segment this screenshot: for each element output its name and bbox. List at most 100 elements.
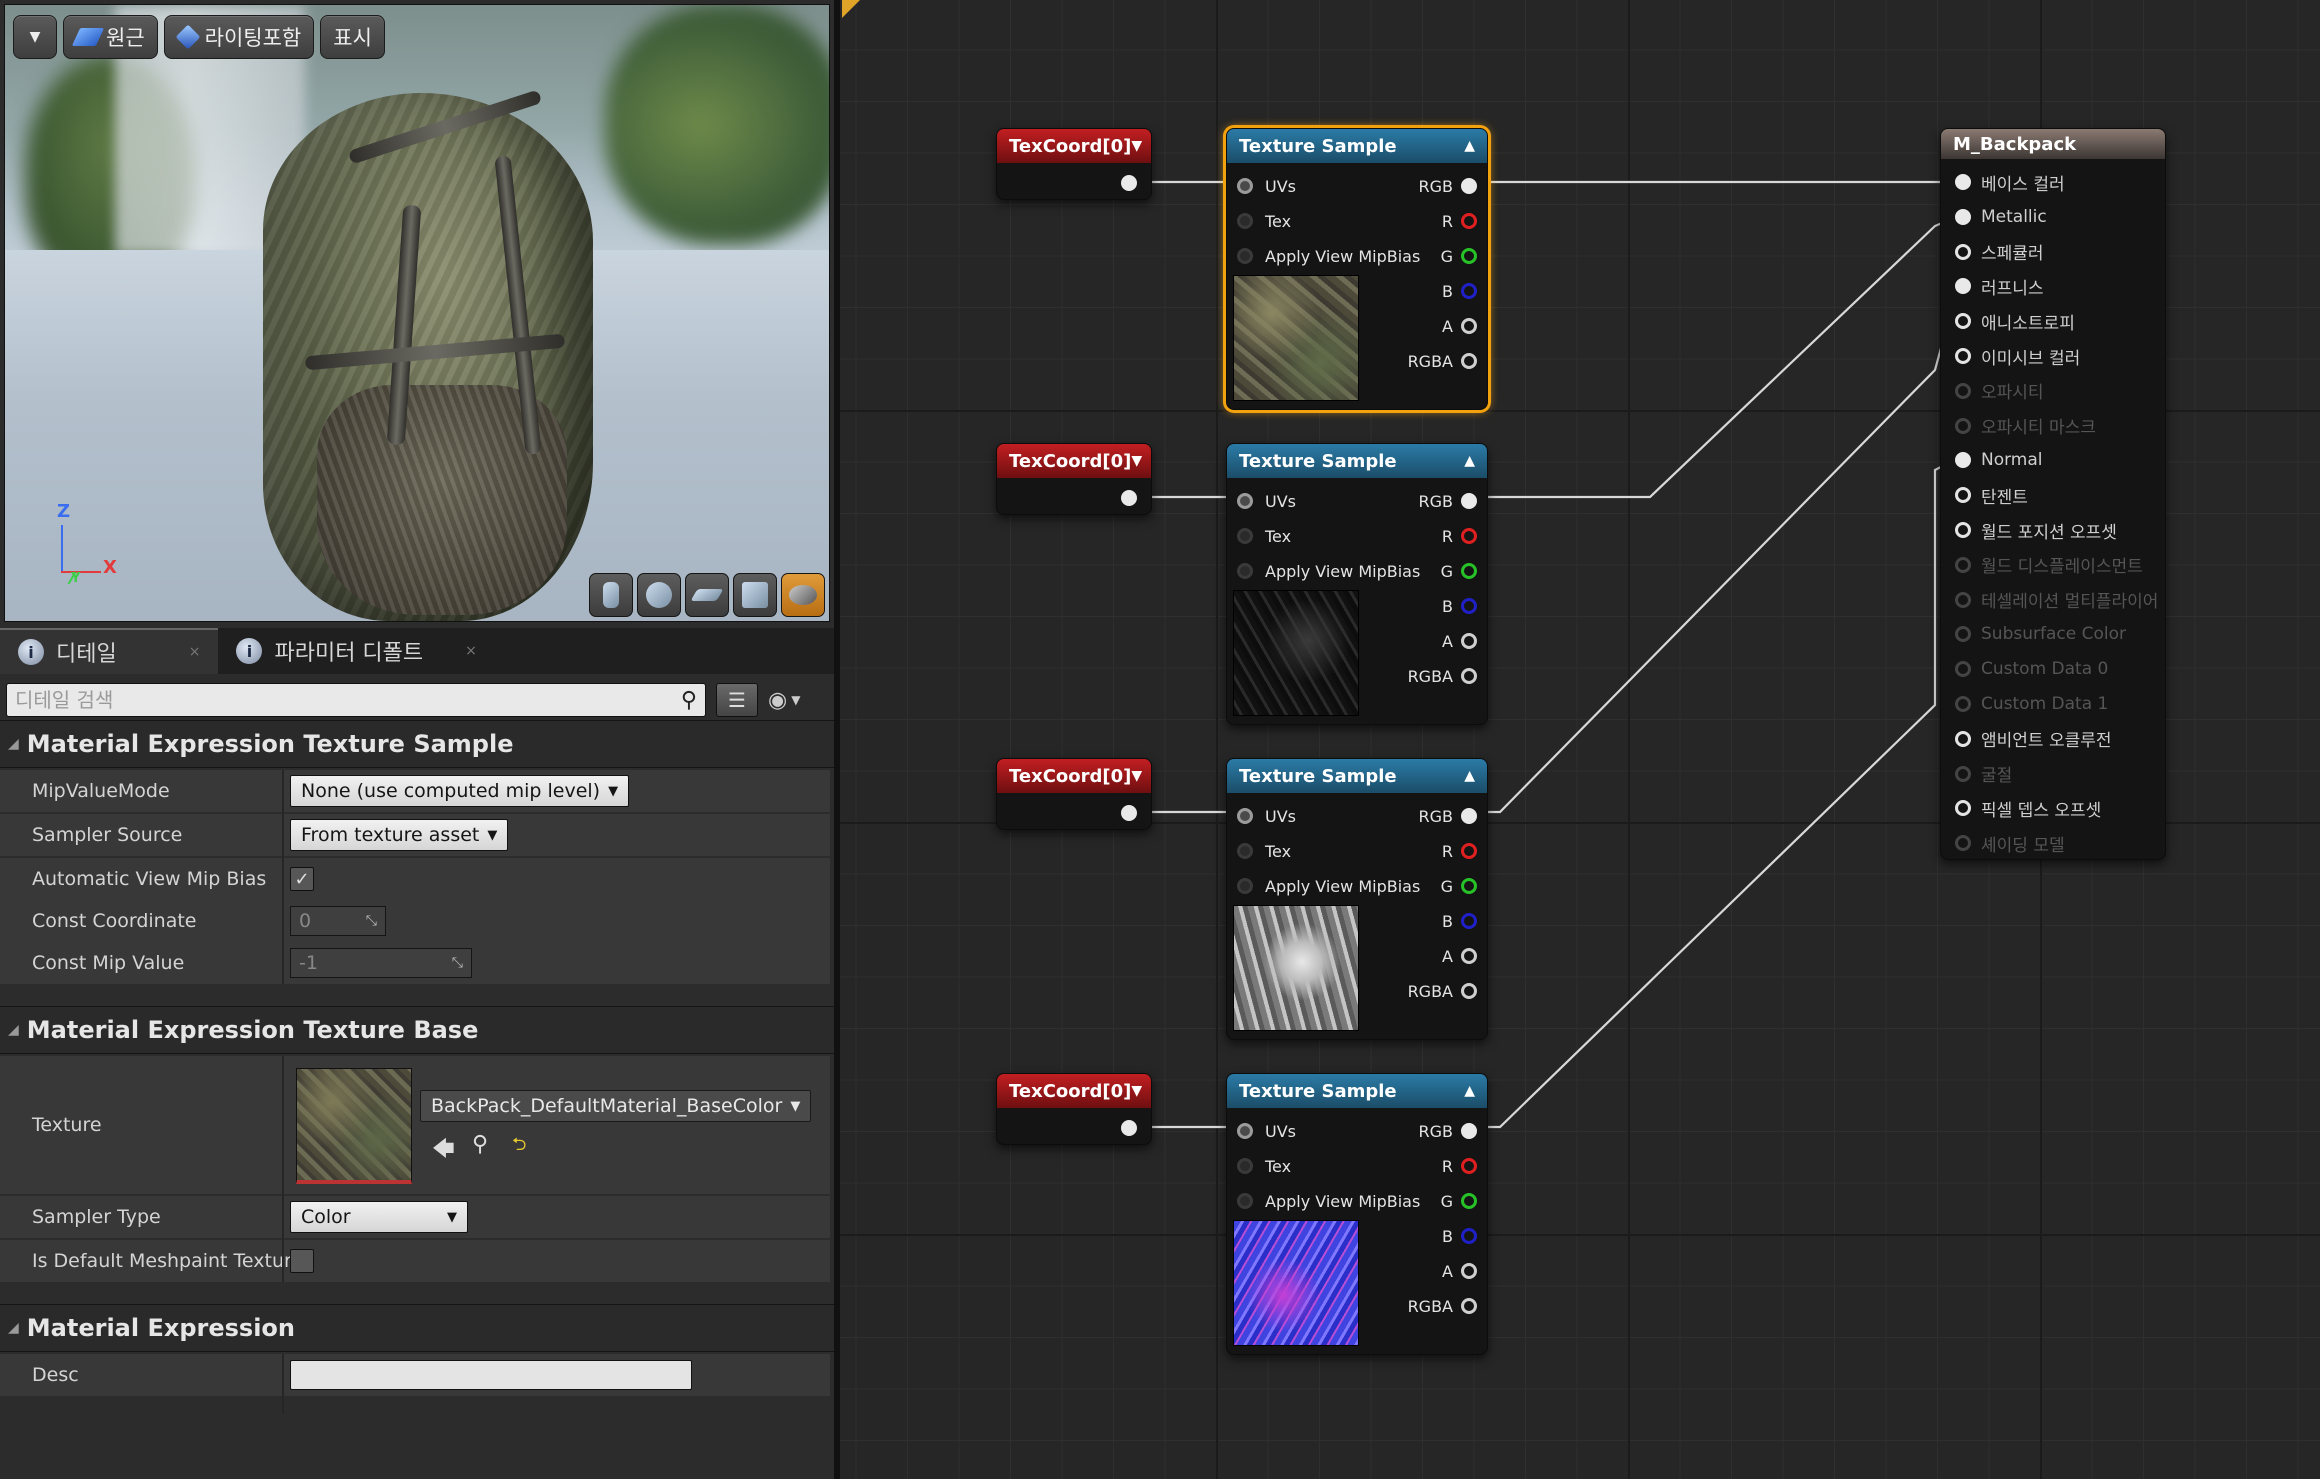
texcoord-output-pin[interactable] [1121, 805, 1137, 821]
texcoord-node[interactable]: TexCoord[0] ▼ [996, 758, 1152, 830]
sampler-type-combo[interactable]: Color ▼ [290, 1201, 468, 1233]
chevron-up-icon[interactable]: ▲ [1464, 1083, 1475, 1099]
input-pin[interactable] [1237, 1158, 1253, 1174]
material-result-header[interactable]: M_Backpack [1941, 129, 2165, 159]
texture-sample-output[interactable]: RGBA [1408, 346, 1477, 376]
input-pin[interactable] [1237, 843, 1253, 859]
material-input-pin[interactable] [1955, 348, 1971, 364]
output-pin[interactable] [1461, 878, 1477, 894]
output-pin[interactable] [1461, 1263, 1477, 1279]
input-pin[interactable] [1237, 808, 1253, 824]
input-pin[interactable] [1237, 493, 1253, 509]
perspective-button[interactable]: 원근 [63, 15, 158, 59]
texture-sample-header[interactable]: Texture Sample ▲ [1227, 759, 1487, 793]
texture-sample-node[interactable]: Texture Sample ▲ UVs Tex Apply View MipBi… [1226, 1073, 1488, 1355]
texture-sample-output[interactable]: A [1442, 941, 1477, 971]
input-pin[interactable] [1237, 1123, 1253, 1139]
texture-sample-output[interactable]: R [1442, 836, 1477, 866]
texture-sample-output[interactable]: B [1442, 906, 1477, 936]
chevron-up-icon[interactable]: ▲ [1464, 768, 1475, 784]
input-pin[interactable] [1237, 178, 1253, 194]
output-pin[interactable] [1461, 948, 1477, 964]
material-input[interactable]: 굴절 [1955, 759, 2012, 789]
texture-sample-node[interactable]: Texture Sample ▲ UVs Tex Apply View MipBi… [1226, 758, 1488, 1040]
close-icon[interactable]: × [189, 644, 201, 660]
material-input[interactable]: Normal [1955, 445, 2043, 475]
texcoord-node-header[interactable]: TexCoord[0] ▼ [997, 444, 1151, 478]
input-pin[interactable] [1237, 1193, 1253, 1209]
material-input-pin[interactable] [1955, 835, 1971, 852]
column-splitter[interactable] [282, 1354, 284, 1414]
output-pin[interactable] [1461, 248, 1477, 264]
texcoord-node[interactable]: TexCoord[0] ▼ [996, 1073, 1152, 1145]
plane-button[interactable] [685, 573, 729, 617]
texcoord-node[interactable]: TexCoord[0] ▼ [996, 443, 1152, 515]
column-splitter[interactable] [282, 1056, 284, 1282]
output-pin[interactable] [1461, 913, 1477, 929]
texture-sample-input[interactable]: UVs [1237, 801, 1296, 831]
texture-asset-combo[interactable]: BackPack_DefaultMaterial_BaseColor ▼ [420, 1090, 812, 1122]
texcoord-output-pin[interactable] [1121, 175, 1137, 191]
material-input-pin[interactable] [1955, 382, 1971, 399]
show-button[interactable]: 표시 [320, 15, 385, 59]
material-input[interactable]: Custom Data 0 [1955, 654, 2108, 684]
texture-sample-output[interactable]: G [1441, 556, 1477, 586]
material-graph[interactable]: TexCoord[0] ▼ Texture Sample ▲ UVs Tex App… [840, 0, 2320, 1479]
material-input-pin[interactable] [1955, 591, 1971, 608]
texture-sample-input[interactable]: UVs [1237, 486, 1296, 516]
material-input-pin[interactable] [1955, 765, 1971, 782]
texture-sample-output[interactable]: B [1442, 276, 1477, 306]
texture-sample-output[interactable]: G [1441, 871, 1477, 901]
texture-sample-output[interactable]: A [1442, 311, 1477, 341]
viewport-menu-button[interactable]: ▼ [13, 15, 57, 59]
material-input[interactable]: 월드 포지션 오프셋 [1955, 515, 2117, 545]
texcoord-node-header[interactable]: TexCoord[0] ▼ [997, 129, 1151, 163]
material-input-pin[interactable] [1955, 417, 1971, 434]
chevron-down-icon[interactable]: ▼ [1131, 1083, 1142, 1099]
material-input-pin[interactable] [1955, 522, 1971, 538]
material-input[interactable]: Subsurface Color [1955, 619, 2126, 649]
material-input-pin[interactable] [1955, 313, 1971, 330]
texture-sample-output[interactable]: R [1442, 1151, 1477, 1181]
texture-sample-output[interactable]: RGBA [1408, 661, 1477, 691]
output-pin[interactable] [1461, 563, 1477, 579]
input-pin[interactable] [1237, 213, 1253, 229]
material-input[interactable]: 베이스 컬러 [1955, 167, 2065, 197]
output-pin[interactable] [1461, 283, 1477, 299]
output-pin[interactable] [1461, 633, 1477, 649]
preview-viewport[interactable]: Z X Y ▼ 원근 라이팅포함 표시 [4, 4, 830, 622]
texture-thumbnail[interactable] [296, 1068, 412, 1184]
texture-sample-output[interactable]: G [1441, 241, 1477, 271]
output-pin[interactable] [1461, 528, 1477, 544]
texture-sample-input[interactable]: Tex [1237, 1151, 1291, 1181]
output-pin[interactable] [1461, 1298, 1477, 1314]
cylinder-button[interactable] [589, 573, 633, 617]
texture-sample-output[interactable]: RGBA [1408, 976, 1477, 1006]
output-pin[interactable] [1461, 1158, 1477, 1174]
section-texture-base[interactable]: ◢ Material Expression Texture Base [0, 1006, 834, 1054]
const-coordinate-spinbox[interactable]: 0 ⤡ [290, 906, 386, 936]
sampler-source-combo[interactable]: From texture asset ▼ [290, 819, 509, 851]
texture-sample-header[interactable]: Texture Sample ▲ [1227, 129, 1487, 163]
texture-sample-input[interactable]: Tex [1237, 836, 1291, 866]
texcoord-node[interactable]: TexCoord[0] ▼ [996, 128, 1152, 200]
material-input[interactable]: 월드 디스플레이스먼트 [1955, 550, 2143, 580]
material-input[interactable]: 셰이딩 모델 [1955, 828, 2065, 858]
texture-sample-node[interactable]: Texture Sample ▲ UVs Tex Apply View MipBi… [1226, 128, 1488, 410]
texture-sample-output[interactable]: R [1442, 206, 1477, 236]
cube-button[interactable] [733, 573, 777, 617]
tab-details[interactable]: i 디테일 × [0, 628, 219, 674]
output-pin[interactable] [1461, 318, 1477, 334]
material-result-node[interactable]: M_Backpack 베이스 컬러 Metallic 스페큘러 러프니스 애니소… [1940, 128, 2166, 860]
texture-sample-output[interactable]: RGB [1419, 801, 1477, 831]
material-input-pin[interactable] [1955, 208, 1971, 225]
texture-sample-input[interactable]: Tex [1237, 206, 1291, 236]
sphere-button[interactable] [637, 573, 681, 617]
use-selected-arrow-icon[interactable]: 🡄 [432, 1132, 455, 1170]
property-matrix-button[interactable]: ☰ [716, 683, 758, 717]
view-options-button[interactable]: ◉ ▼ [768, 683, 828, 717]
material-input[interactable]: 스페큘러 [1955, 237, 2044, 267]
texture-sample-node[interactable]: Texture Sample ▲ UVs Tex Apply View MipBi… [1226, 443, 1488, 725]
texture-sample-input[interactable]: Apply View MipBias [1237, 556, 1420, 586]
output-pin[interactable] [1461, 598, 1477, 614]
